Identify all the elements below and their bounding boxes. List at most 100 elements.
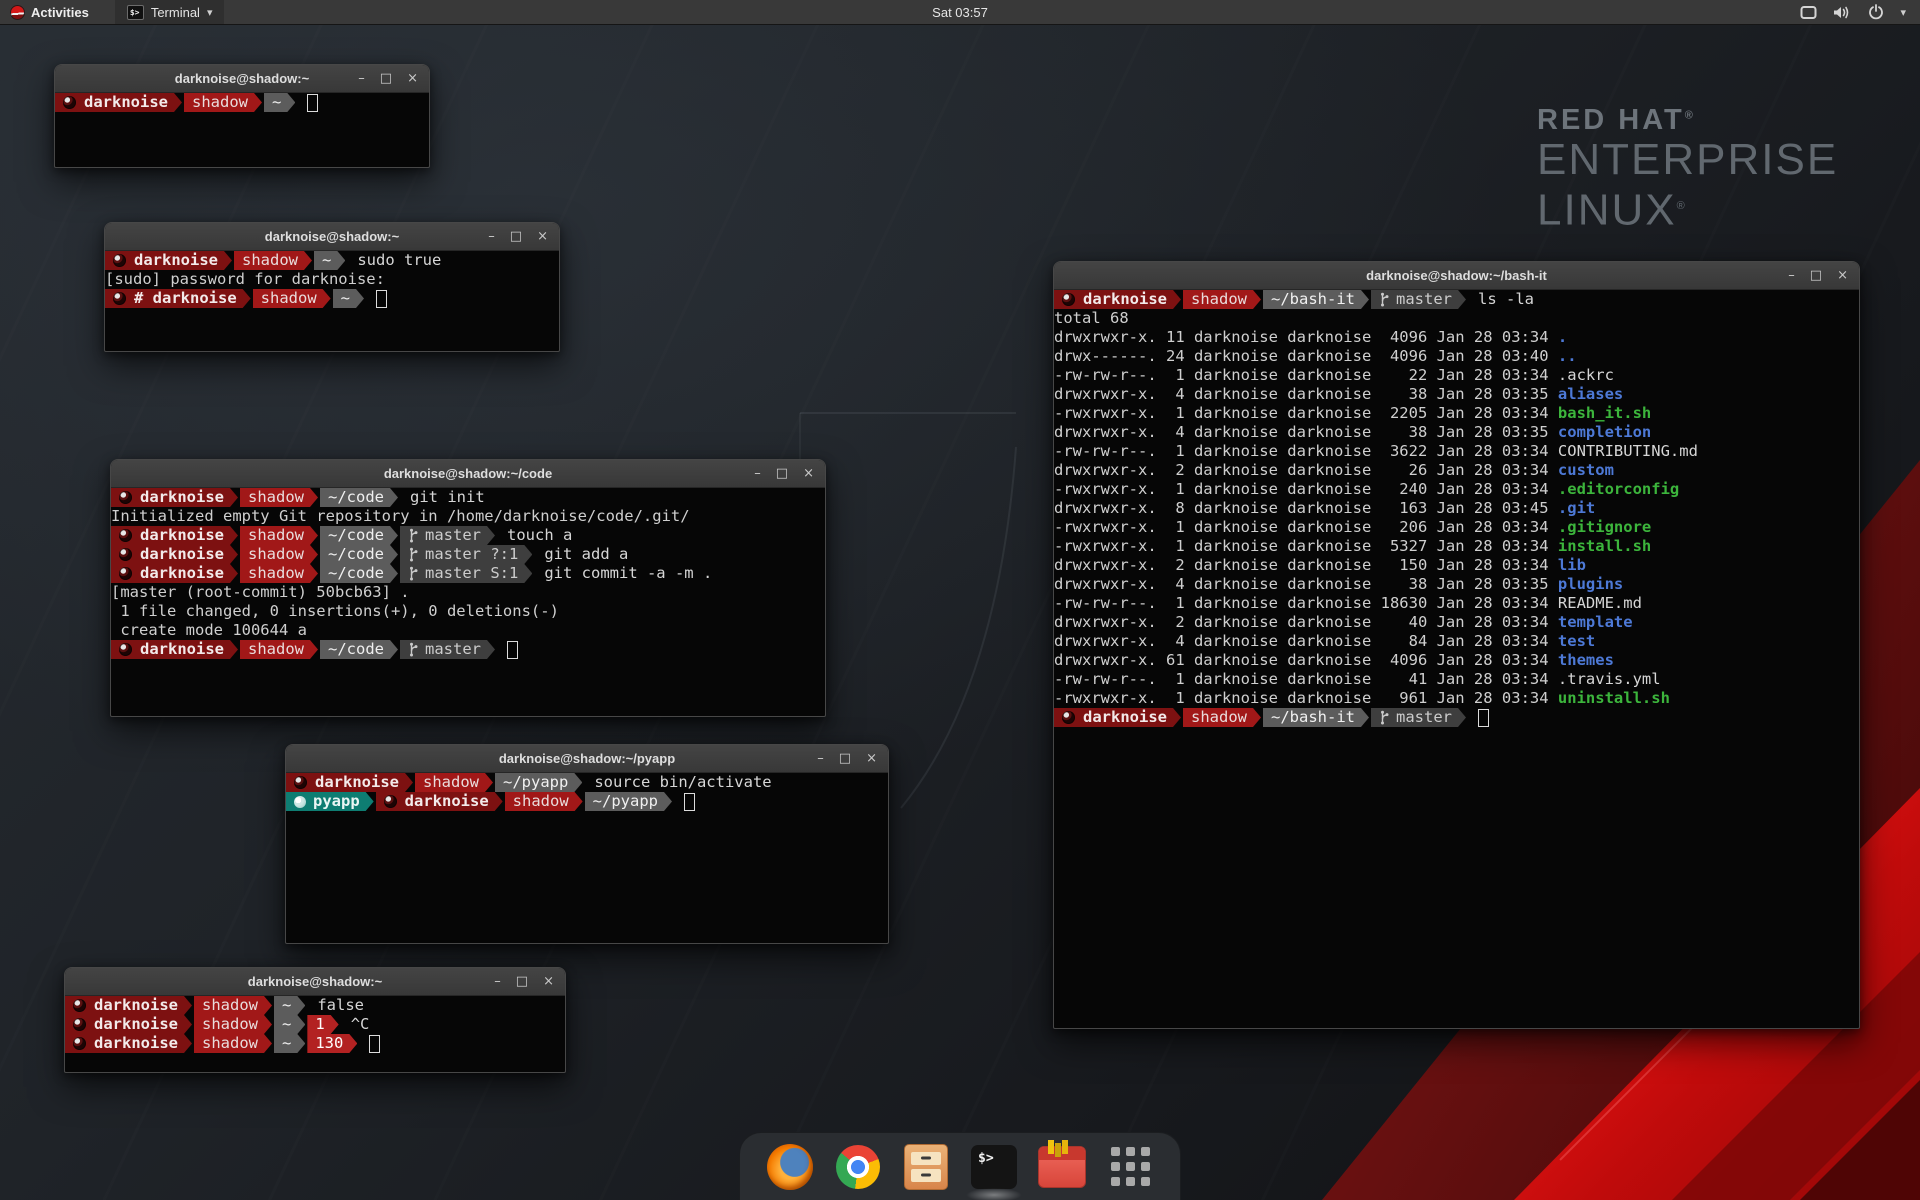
file-attributes: -rw-rw-r--. 1 darknoise darknoise 41 Jan… <box>1054 670 1558 689</box>
file-cabinet-icon <box>904 1144 948 1190</box>
dock-icon-show-applications[interactable] <box>1106 1143 1154 1191</box>
file-attributes: drwxrwxr-x. 4 darknoise darknoise 38 Jan… <box>1054 423 1558 442</box>
command-text: git add a <box>544 545 628 564</box>
close-button[interactable]: × <box>543 975 554 988</box>
window-titlebar[interactable]: darknoise@shadow:~ – □ × <box>65 968 565 996</box>
file-name: aliases <box>1558 385 1623 404</box>
prompt-segment-user: darknoise <box>111 564 238 583</box>
distro-swirl-icon <box>119 567 132 580</box>
close-button[interactable]: × <box>866 752 877 765</box>
terminal-content[interactable]: darknoiseshadow~/codegit initInitialized… <box>111 487 825 716</box>
minimize-button[interactable]: – <box>358 72 365 85</box>
maximize-button[interactable]: □ <box>516 975 528 988</box>
dock-icon-chrome[interactable] <box>834 1143 882 1191</box>
terminal-window-code[interactable]: darknoise@shadow:~/code – □ × darknoises… <box>110 459 826 717</box>
file-attributes: -rwxrwxr-x. 1 darknoise darknoise 240 Ja… <box>1054 480 1558 499</box>
dock-icon-toolbox[interactable] <box>1038 1143 1086 1191</box>
terminal-line: -rw-rw-r--. 1 darknoise darknoise 41 Jan… <box>1054 670 1859 689</box>
terminal-window-pyapp[interactable]: darknoise@shadow:~/pyapp – □ × darknoise… <box>285 744 889 944</box>
firefox-icon <box>767 1144 813 1190</box>
segment-text: darknoise <box>1083 290 1167 309</box>
close-button[interactable]: × <box>407 72 418 85</box>
git-branch-icon <box>408 528 419 543</box>
brand-enterprise: ENTERPRISE <box>1537 137 1838 183</box>
prompt-segment-host: shadow <box>194 1034 272 1053</box>
terminal-line: drwxrwxr-x. 2 darknoise darknoise 150 Ja… <box>1054 556 1859 575</box>
file-attributes: drwxrwxr-x. 8 darknoise darknoise 163 Ja… <box>1054 499 1558 518</box>
prompt-segment-branch: master <box>400 526 495 545</box>
terminal-line: darknoiseshadow~/codemastertouch a <box>111 526 825 545</box>
dock-icon-terminal[interactable]: $> <box>970 1143 1018 1191</box>
close-button[interactable]: × <box>1837 269 1848 282</box>
prompt-segment-path: ~/pyapp <box>495 773 582 792</box>
app-menu-terminal[interactable]: $> Terminal ▾ <box>115 0 225 24</box>
distro-swirl-icon <box>73 1037 86 1050</box>
terminal-cursor <box>684 793 695 811</box>
terminal-window-bash-it[interactable]: darknoise@shadow:~/bash-it – □ × darknoi… <box>1053 261 1860 1029</box>
file-attributes: drwxrwxr-x. 4 darknoise darknoise 84 Jan… <box>1054 632 1558 651</box>
power-icon[interactable] <box>1868 4 1884 20</box>
terminal-line: darknoiseshadow~/pyappsource bin/activat… <box>286 773 888 792</box>
redhat-logo-icon <box>10 5 25 20</box>
close-button[interactable]: × <box>537 230 548 243</box>
chrome-icon <box>836 1145 880 1189</box>
window-titlebar[interactable]: darknoise@shadow:~/pyapp – □ × <box>286 745 888 773</box>
minimize-button[interactable]: – <box>1788 269 1795 282</box>
segment-text: ~/code <box>328 564 384 583</box>
dock-icon-firefox[interactable] <box>766 1143 814 1191</box>
distro-swirl-icon <box>119 643 132 656</box>
window-titlebar[interactable]: darknoise@shadow:~/code – □ × <box>111 460 825 488</box>
maximize-button[interactable]: □ <box>839 752 851 765</box>
file-name: install.sh <box>1558 537 1651 556</box>
distro-swirl-icon <box>119 529 132 542</box>
terminal-cursor <box>369 1035 380 1053</box>
file-name: .travis.yml <box>1558 670 1661 689</box>
minimize-button[interactable]: – <box>494 975 501 988</box>
activities-button[interactable]: Activities <box>31 5 89 20</box>
system-menu-chevron-icon[interactable]: ▾ <box>1900 6 1906 19</box>
minimize-button[interactable]: – <box>488 230 495 243</box>
terminal-content[interactable]: darknoiseshadow~/pyappsource bin/activat… <box>286 772 888 943</box>
maximize-button[interactable]: □ <box>1810 269 1822 282</box>
minimize-button[interactable]: – <box>754 467 761 480</box>
terminal-window-exit-codes[interactable]: darknoise@shadow:~ – □ × darknoiseshadow… <box>64 967 566 1073</box>
prompt-segment-branch: master S:1 <box>400 564 532 583</box>
terminal-line: [sudo] password for darknoise: <box>105 270 559 289</box>
terminal-content[interactable]: darknoiseshadow~ <box>55 92 429 167</box>
window-title: darknoise@shadow:~ <box>265 229 399 244</box>
terminal-content[interactable]: darknoiseshadow~sudo true[sudo] password… <box>105 250 559 351</box>
terminal-window-sudo[interactable]: darknoise@shadow:~ – □ × darknoise shadow… <box>104 222 560 352</box>
prompt-segment-user: darknoise <box>286 773 413 792</box>
minimize-button[interactable]: – <box>817 752 824 765</box>
segment-text: pyapp <box>313 792 360 811</box>
git-branch-icon <box>1379 710 1390 725</box>
terminal-line: drwxrwxr-x. 2 darknoise darknoise 40 Jan… <box>1054 613 1859 632</box>
terminal-content[interactable]: darknoiseshadow~/bash-itmasterls -latota… <box>1054 289 1859 1028</box>
terminal-content[interactable]: darknoiseshadow~falsedarknoiseshadow~1^C… <box>65 995 565 1072</box>
volume-icon[interactable] <box>1833 5 1852 20</box>
file-attributes: -rw-rw-r--. 1 darknoise darknoise 22 Jan… <box>1054 366 1558 385</box>
terminal-line: darknoiseshadow~/bash-itmasterls -la <box>1054 290 1859 309</box>
window-titlebar[interactable]: darknoise@shadow:~/bash-it – □ × <box>1054 262 1859 290</box>
window-title: darknoise@shadow:~/bash-it <box>1366 268 1547 283</box>
prompt-segment-exit: 1 <box>307 1015 338 1034</box>
clock[interactable]: Sat 03:57 <box>0 5 1920 20</box>
window-titlebar[interactable]: darknoise@shadow:~ – □ × <box>105 223 559 251</box>
prompt-segment-user: darknoise <box>105 251 232 270</box>
dock-icon-files[interactable] <box>902 1143 950 1191</box>
terminal-line: 1 file changed, 0 insertions(+), 0 delet… <box>111 602 825 621</box>
segment-text: master <box>1396 290 1452 309</box>
segment-text: shadow <box>261 289 317 308</box>
display-icon[interactable] <box>1800 5 1817 20</box>
window-titlebar[interactable]: darknoise@shadow:~ – □ × <box>55 65 429 93</box>
maximize-button[interactable]: □ <box>380 72 392 85</box>
maximize-button[interactable]: □ <box>510 230 522 243</box>
file-attributes: -rw-rw-r--. 1 darknoise darknoise 3622 J… <box>1054 442 1558 461</box>
file-name: test <box>1558 632 1595 651</box>
terminal-line: drwxrwxr-x. 4 darknoise darknoise 38 Jan… <box>1054 385 1859 404</box>
terminal-window-home-1[interactable]: darknoise@shadow:~ – □ × darknoiseshadow… <box>54 64 430 168</box>
terminal-cursor <box>1478 709 1489 727</box>
maximize-button[interactable]: □ <box>776 467 788 480</box>
distro-swirl-icon <box>73 1018 86 1031</box>
close-button[interactable]: × <box>803 467 814 480</box>
